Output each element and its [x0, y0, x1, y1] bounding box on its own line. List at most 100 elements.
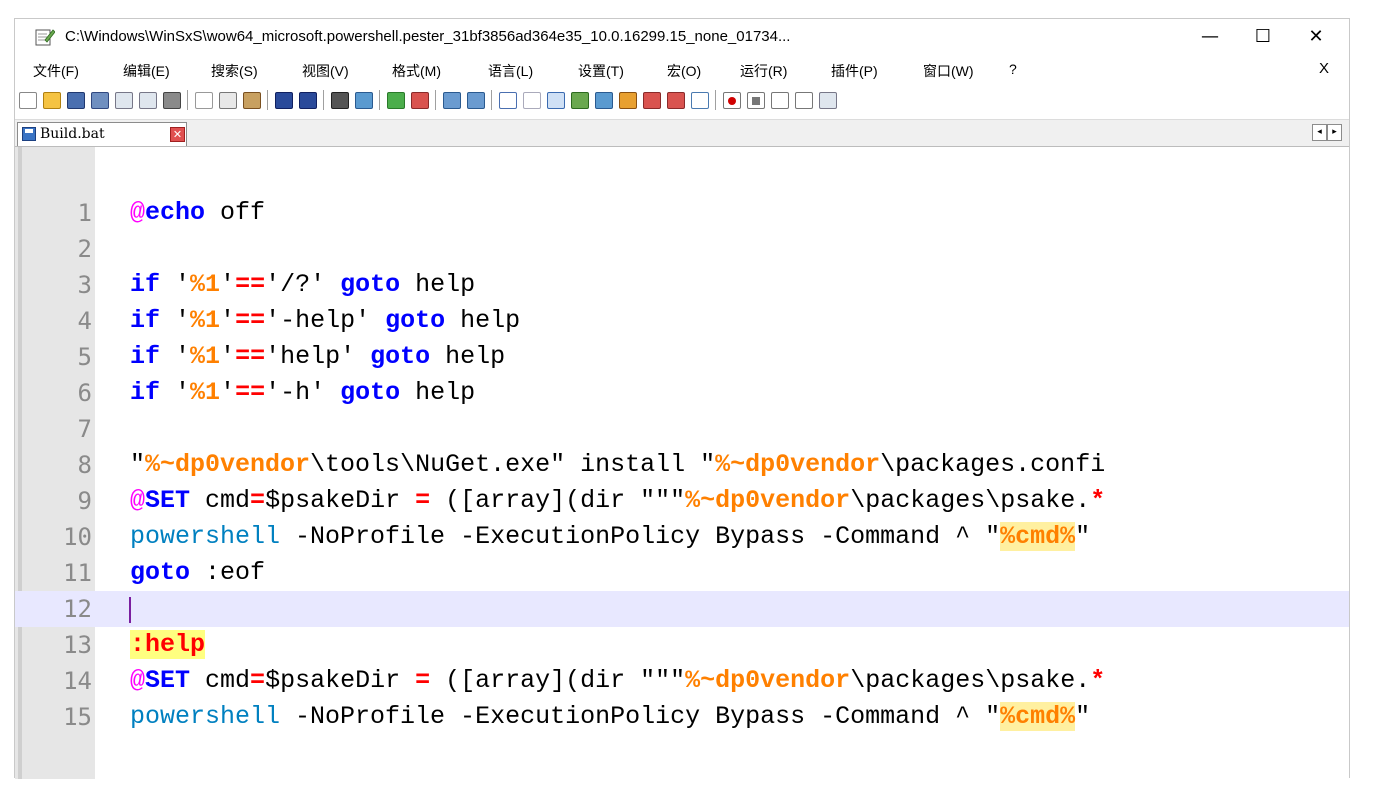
sync-vertical-icon[interactable]: [443, 92, 461, 109]
sync-horizontal-icon[interactable]: [467, 92, 485, 109]
function-list-icon[interactable]: [619, 92, 637, 109]
zoom-out-icon[interactable]: [411, 92, 429, 109]
minimize-button[interactable]: —: [1187, 22, 1233, 52]
code-line-5: 5 if '%1'=='help' goto help: [15, 339, 1349, 375]
paste-icon[interactable]: [243, 92, 261, 109]
line-number: 11: [63, 559, 92, 587]
eye-icon[interactable]: [691, 92, 709, 109]
run-macro-multiple-icon[interactable]: [795, 92, 813, 109]
line-code: "%~dp0vendor\tools\NuGet.exe" install "%…: [130, 450, 1106, 479]
code-line-1: 1 @echo off: [15, 195, 1349, 231]
replace-icon[interactable]: [355, 92, 373, 109]
folder-workspace-icon[interactable]: [643, 92, 661, 109]
line-number: 4: [77, 307, 92, 335]
code-line-10: 10 powershell -NoProfile -ExecutionPolic…: [15, 519, 1349, 555]
menu-view[interactable]: 视图(V): [302, 61, 349, 81]
line-code: if '%1'=='-h' goto help: [130, 378, 476, 407]
menu-plugins[interactable]: 插件(P): [831, 61, 878, 81]
tab-close-button[interactable]: ✕: [170, 127, 185, 142]
play-macro-icon[interactable]: [771, 92, 789, 109]
line-number: 5: [77, 343, 92, 371]
menu-window[interactable]: 窗口(W): [923, 61, 974, 81]
notepad-plus-plus-window: C:\Windows\WinSxS\wow64_microsoft.powers…: [14, 18, 1350, 779]
code-line-12-current: 12: [15, 591, 1349, 627]
line-number: 15: [63, 703, 92, 731]
toolbar-separator: [187, 90, 188, 110]
code-editor[interactable]: 1 @echo off 2 3 if '%1'=='/?' goto help …: [15, 147, 1349, 779]
file-saved-icon: [22, 127, 36, 141]
zoom-in-icon[interactable]: [387, 92, 405, 109]
open-file-icon[interactable]: [43, 92, 61, 109]
line-number: 3: [77, 271, 92, 299]
save-macro-icon[interactable]: [819, 92, 837, 109]
title-bar[interactable]: C:\Windows\WinSxS\wow64_microsoft.powers…: [15, 19, 1349, 55]
show-all-chars-icon[interactable]: [523, 92, 541, 109]
tab-label: Build.bat: [40, 126, 105, 142]
line-number: 6: [77, 379, 92, 407]
menu-edit[interactable]: 编辑(E): [123, 61, 170, 81]
cut-icon[interactable]: [195, 92, 213, 109]
save-icon[interactable]: [67, 92, 85, 109]
tab-scroll-left-button[interactable]: ◂: [1312, 124, 1327, 141]
menu-file[interactable]: 文件(F): [33, 61, 79, 81]
copy-icon[interactable]: [219, 92, 237, 109]
notepad-app-icon: [35, 29, 55, 46]
undo-icon[interactable]: [275, 92, 293, 109]
indent-guide-icon[interactable]: [547, 92, 565, 109]
line-number: 2: [77, 235, 92, 263]
word-wrap-icon[interactable]: [499, 92, 517, 109]
close-icon[interactable]: [115, 92, 133, 109]
line-code: if '%1'=='/?' goto help: [130, 270, 476, 299]
toolbar-separator: [267, 90, 268, 110]
line-number: 7: [77, 415, 92, 443]
tab-bar: Build.bat ✕ ◂ ▸: [15, 119, 1349, 147]
close-window-button[interactable]: ✕: [1293, 22, 1339, 52]
toolbar: [15, 84, 1349, 116]
line-number: 14: [63, 667, 92, 695]
window-title: C:\Windows\WinSxS\wow64_microsoft.powers…: [65, 28, 791, 45]
code-line-13: 13 :help: [15, 627, 1349, 663]
tab-scroll-right-button[interactable]: ▸: [1327, 124, 1342, 141]
user-lang-icon[interactable]: [571, 92, 589, 109]
code-line-2: 2: [15, 231, 1349, 267]
save-all-icon[interactable]: [91, 92, 109, 109]
line-code: :help: [130, 630, 206, 659]
monitor-icon[interactable]: [667, 92, 685, 109]
find-icon[interactable]: [331, 92, 349, 109]
menu-bar: 文件(F) 编辑(E) 搜索(S) 视图(V) 格式(M) 语言(L) 设置(T…: [15, 58, 1349, 82]
menu-language[interactable]: 语言(L): [488, 61, 533, 81]
doc-map-icon[interactable]: [595, 92, 613, 109]
line-number: 1: [77, 199, 92, 227]
line-code: goto :eof: [130, 558, 266, 587]
record-macro-icon[interactable]: [723, 92, 741, 109]
menu-settings[interactable]: 设置(T): [578, 61, 624, 81]
menu-format[interactable]: 格式(M): [392, 61, 441, 81]
toolbar-separator: [435, 90, 436, 110]
menu-run[interactable]: 运行(R): [740, 61, 787, 81]
code-line-6: 6 if '%1'=='-h' goto help: [15, 375, 1349, 411]
line-number: 13: [63, 631, 92, 659]
menu-macro[interactable]: 宏(O): [667, 61, 701, 81]
maximize-button[interactable]: ☐: [1240, 22, 1286, 52]
code-line-3: 3 if '%1'=='/?' goto help: [15, 267, 1349, 303]
code-line-15: 15 powershell -NoProfile -ExecutionPolic…: [15, 699, 1349, 735]
toolbar-separator: [379, 90, 380, 110]
code-line-4: 4 if '%1'=='-help' goto help: [15, 303, 1349, 339]
new-file-icon[interactable]: [19, 92, 37, 109]
code-line-9: 9 @SET cmd=$psakeDir = ([array](dir """%…: [15, 483, 1349, 519]
line-code: @SET cmd=$psakeDir = ([array](dir """%~d…: [130, 666, 1106, 695]
line-code: if '%1'=='help' goto help: [130, 342, 506, 371]
close-document-button[interactable]: X: [1319, 60, 1329, 77]
desktop-left-strip: [0, 0, 14, 810]
menu-search[interactable]: 搜索(S): [211, 61, 258, 81]
redo-icon[interactable]: [299, 92, 317, 109]
line-code: if '%1'=='-help' goto help: [130, 306, 521, 335]
line-number: 10: [63, 523, 92, 551]
print-icon[interactable]: [163, 92, 181, 109]
code-line-7: 7: [15, 411, 1349, 447]
stop-macro-icon[interactable]: [747, 92, 765, 109]
line-code: powershell -NoProfile -ExecutionPolicy B…: [130, 522, 1091, 551]
menu-help[interactable]: ?: [1009, 61, 1017, 77]
close-all-icon[interactable]: [139, 92, 157, 109]
tab-build-bat[interactable]: Build.bat ✕: [17, 122, 187, 146]
